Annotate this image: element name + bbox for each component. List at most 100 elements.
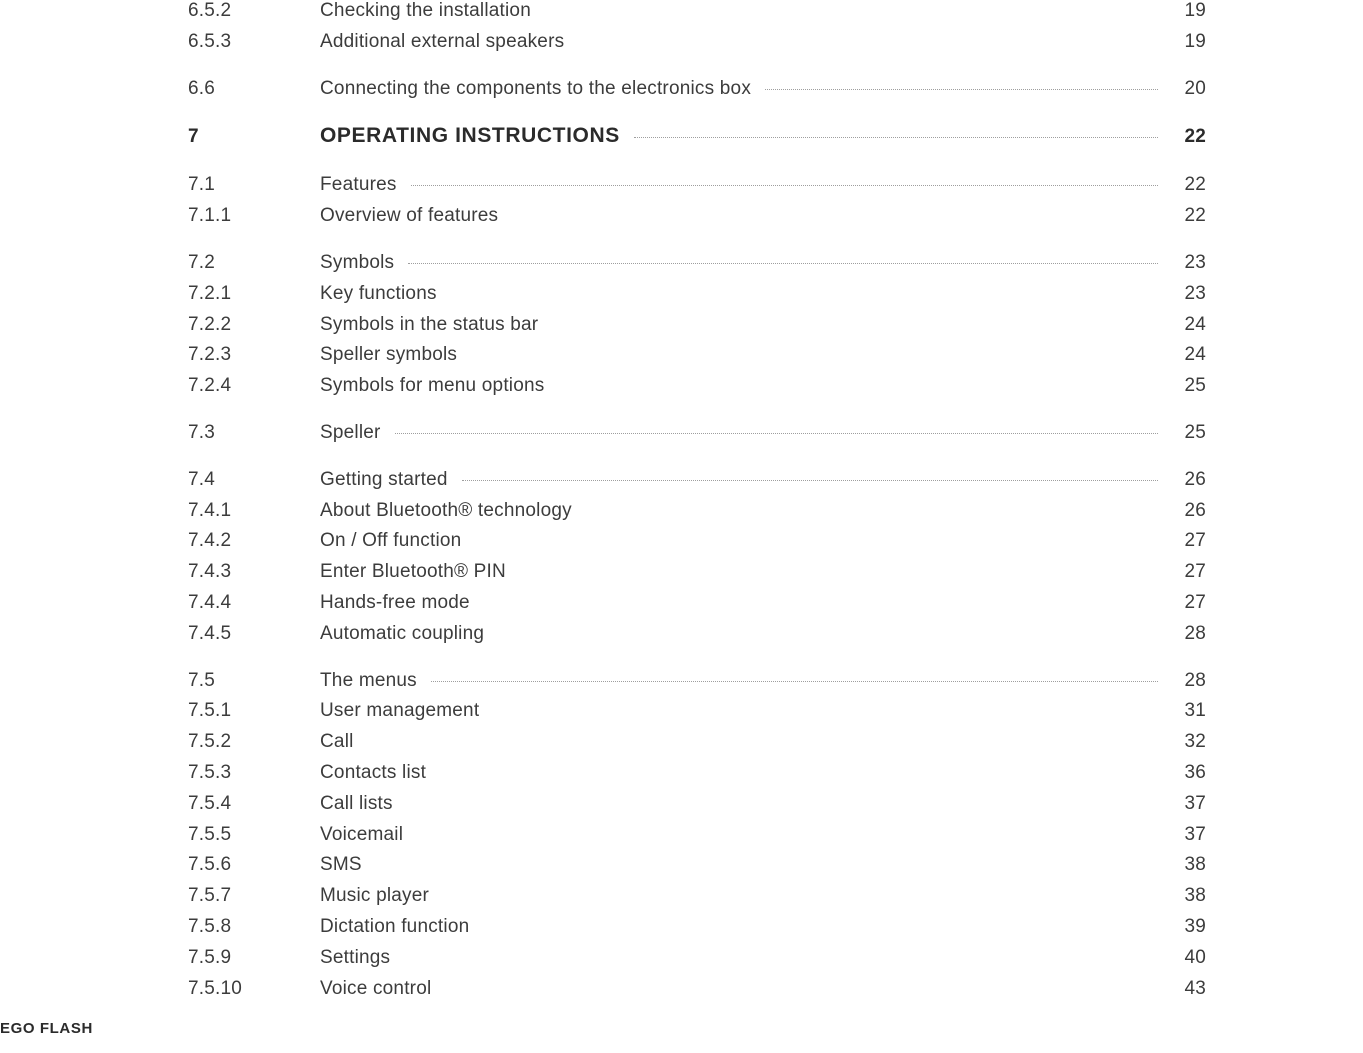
toc-row-number: 7.5 [188,670,320,692]
toc-row-title: Voice control [320,978,445,1000]
toc-row-number: 7.5.5 [188,824,320,846]
toc-row: 6.5.2Checking the installation19 [188,0,1206,31]
toc-row-title: SMS [320,854,376,876]
toc-row-page: 22 [1172,126,1206,148]
toc-row: 7.5.4Call lists 37 [188,793,1206,824]
toc-row-number: 7.1.1 [188,205,320,227]
toc-row-title: Features [320,174,411,196]
toc-row-number: 7.4.4 [188,592,320,614]
toc-row-page: 20 [1172,78,1206,100]
toc-row-page: 39 [1172,916,1206,938]
toc-row-number: 6.5.3 [188,31,320,53]
toc-row-page: 19 [1172,31,1206,53]
toc-row-page: 40 [1172,947,1206,969]
toc-row: 7.5.5Voicemail37 [188,824,1206,855]
toc-row: 7.4.5Automatic coupling 28 [188,623,1206,654]
toc-row-number: 7 [188,126,320,148]
toc-row: 7.2.3Speller symbols24 [188,344,1206,375]
toc-leader [765,89,1158,90]
toc-row-page: 25 [1172,375,1206,397]
toc-row-page: 24 [1172,344,1206,366]
toc-row: 7.2Symbols 23 [188,252,1206,283]
toc-row-page: 31 [1172,700,1206,722]
toc-row-number: 7.2 [188,252,320,274]
toc-row-page: 27 [1172,561,1206,583]
toc-row-number: 7.4 [188,469,320,491]
toc-row-title: On / Off function [320,530,475,552]
toc-leader [408,263,1158,264]
toc-row-title: Speller symbols [320,344,471,366]
toc-row-title: Overview of features [320,205,512,227]
toc-row-title: OPERATING INSTRUCTIONS [320,124,634,148]
toc-row-number: 7.4.5 [188,623,320,645]
toc-leader [431,681,1158,682]
toc-row-page: 26 [1172,500,1206,522]
toc-row-page: 28 [1172,623,1206,645]
toc-row-number: 6.5.2 [188,0,320,22]
toc-row-number: 7.4.2 [188,530,320,552]
toc-row-page: 27 [1172,592,1206,614]
toc-row-title: Hands-free mode [320,592,484,614]
toc-row-title: Speller [320,422,395,444]
toc-row: 7.5The menus 28 [188,670,1206,701]
toc-row-title: Symbols in the status bar [320,314,552,336]
toc-row: 7.5.9Settings40 [188,947,1206,978]
footer-product-label: EGO FLASH [0,1020,93,1037]
toc-row-title: Enter Bluetooth® PIN [320,561,520,583]
toc-row-title: Automatic coupling [320,623,498,645]
toc-row: 7.2.2Symbols in the status bar24 [188,314,1206,345]
toc-row-number: 7.5.4 [188,793,320,815]
toc-row: 7.5.1User management31 [188,700,1206,731]
toc-row: 7.2.4Symbols for menu options25 [188,375,1206,406]
toc-row-page: 28 [1172,670,1206,692]
toc-gap [188,453,1206,469]
toc-row: 7.4.4Hands-free mode 27 [188,592,1206,623]
toc-row: 7.5.8Dictation function39 [188,916,1206,947]
table-of-contents: 6.5.2Checking the installation196.5.3Add… [188,0,1206,1008]
toc-leader [462,480,1158,481]
toc-row-page: 25 [1172,422,1206,444]
toc-row: 7.4.2On / Off function 27 [188,530,1206,561]
toc-row-number: 7.5.1 [188,700,320,722]
toc-row-title: The menus [320,670,431,692]
toc-row-number: 7.5.3 [188,762,320,784]
toc-row: 7.4Getting started26 [188,469,1206,500]
toc-row-title: Call lists [320,793,407,815]
toc-row-number: 7.1 [188,174,320,196]
toc-row-page: 37 [1172,793,1206,815]
toc-row: 6.6Connecting the components to the elec… [188,78,1206,109]
toc-row-title: Symbols [320,252,408,274]
toc-row: 6.5.3Additional external speakers 19 [188,31,1206,62]
toc-row: 7.1.1Overview of features 22 [188,205,1206,236]
toc-row: 7.3Speller 25 [188,422,1206,453]
toc-row-page: 24 [1172,314,1206,336]
toc-row-title: Additional external speakers [320,31,578,53]
toc-row-number: 7.4.1 [188,500,320,522]
toc-row-page: 22 [1172,205,1206,227]
toc-row-page: 19 [1172,0,1206,22]
toc-row-page: 23 [1172,283,1206,305]
toc-gap [188,108,1206,124]
toc-row: 7.5.6SMS38 [188,854,1206,885]
toc-row-page: 38 [1172,854,1206,876]
toc-gap [188,158,1206,174]
toc-row-page: 36 [1172,762,1206,784]
toc-row-number: 7.2.4 [188,375,320,397]
toc-row-number: 7.3 [188,422,320,444]
toc-row-page: 27 [1172,530,1206,552]
toc-row-page: 23 [1172,252,1206,274]
toc-row: 7.4.1About Bluetooth® technology 26 [188,500,1206,531]
toc-gap [188,654,1206,670]
toc-row-page: 43 [1172,978,1206,1000]
toc-row-number: 7.5.9 [188,947,320,969]
toc-gap [188,62,1206,78]
toc-leader [634,137,1158,138]
toc-gap [188,406,1206,422]
toc-row-title: Contacts list [320,762,440,784]
toc-row-page: 37 [1172,824,1206,846]
toc-row: 7.1Features 22 [188,174,1206,205]
toc-row: 7.5.2Call32 [188,731,1206,762]
toc-row-title: About Bluetooth® technology [320,500,586,522]
toc-chapter-row: 7OPERATING INSTRUCTIONS 22 [188,124,1206,158]
toc-row-page: 22 [1172,174,1206,196]
